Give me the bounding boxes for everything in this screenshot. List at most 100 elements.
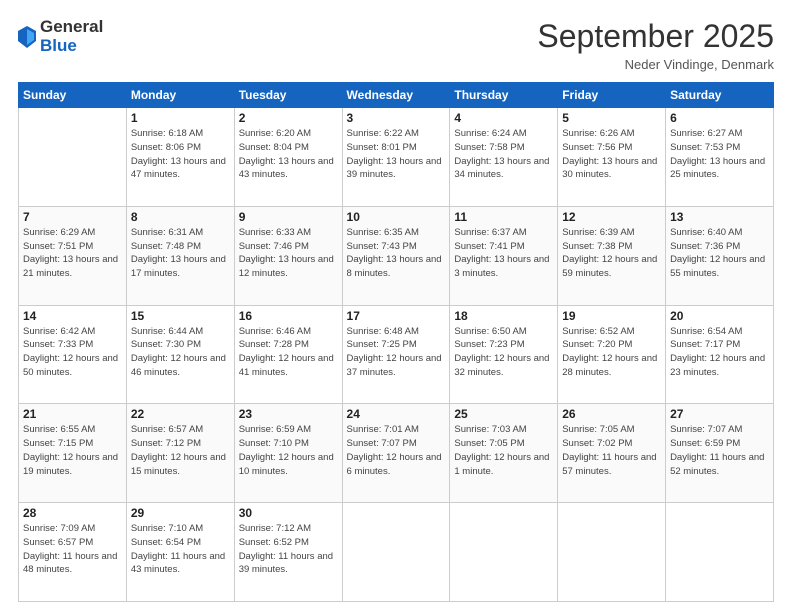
calendar-cell: 26 Sunrise: 7:05 AM Sunset: 7:02 PM Dayli… bbox=[558, 404, 666, 503]
day-number: 22 bbox=[131, 407, 230, 421]
day-info: Sunrise: 6:22 AM Sunset: 8:01 PM Dayligh… bbox=[347, 127, 446, 182]
day-number: 12 bbox=[562, 210, 661, 224]
day-number: 9 bbox=[239, 210, 338, 224]
day-info: Sunrise: 6:37 AM Sunset: 7:41 PM Dayligh… bbox=[454, 226, 553, 281]
calendar-cell: 10 Sunrise: 6:35 AM Sunset: 7:43 PM Dayli… bbox=[342, 206, 450, 305]
weekday-header-thursday: Thursday bbox=[450, 83, 558, 108]
calendar-cell: 4 Sunrise: 6:24 AM Sunset: 7:58 PM Daylig… bbox=[450, 108, 558, 207]
day-number: 28 bbox=[23, 506, 122, 520]
calendar-week-5: 28Sunrise: 7:09 AM Sunset: 6:57 PM Dayli… bbox=[19, 503, 774, 602]
day-info: Sunrise: 7:01 AM Sunset: 7:07 PM Dayligh… bbox=[347, 423, 446, 478]
day-number: 18 bbox=[454, 309, 553, 323]
calendar-cell: 1 Sunrise: 6:18 AM Sunset: 8:06 PM Daylig… bbox=[126, 108, 234, 207]
day-number: 17 bbox=[347, 309, 446, 323]
day-number: 8 bbox=[131, 210, 230, 224]
calendar-cell: 25Sunrise: 7:03 AM Sunset: 7:05 PM Dayli… bbox=[450, 404, 558, 503]
calendar-cell: 15 Sunrise: 6:44 AM Sunset: 7:30 PM Dayli… bbox=[126, 305, 234, 404]
day-number: 7 bbox=[23, 210, 122, 224]
day-info: Sunrise: 6:59 AM Sunset: 7:10 PM Dayligh… bbox=[239, 423, 338, 478]
calendar-cell: 9 Sunrise: 6:33 AM Sunset: 7:46 PM Daylig… bbox=[234, 206, 342, 305]
day-number: 13 bbox=[670, 210, 769, 224]
logo-icon bbox=[18, 26, 36, 48]
day-info: Sunrise: 6:55 AM Sunset: 7:15 PM Dayligh… bbox=[23, 423, 122, 478]
day-info: Sunrise: 7:10 AM Sunset: 6:54 PM Dayligh… bbox=[131, 522, 230, 577]
calendar-cell: 14 Sunrise: 6:42 AM Sunset: 7:33 PM Dayli… bbox=[19, 305, 127, 404]
day-number: 11 bbox=[454, 210, 553, 224]
day-number: 26 bbox=[562, 407, 661, 421]
day-info: Sunrise: 6:42 AM Sunset: 7:33 PM Dayligh… bbox=[23, 325, 122, 380]
day-number: 19 bbox=[562, 309, 661, 323]
logo-general-text: General bbox=[40, 17, 103, 36]
calendar-cell: 11 Sunrise: 6:37 AM Sunset: 7:41 PM Dayli… bbox=[450, 206, 558, 305]
day-info: Sunrise: 6:27 AM Sunset: 7:53 PM Dayligh… bbox=[670, 127, 769, 182]
calendar-week-3: 14 Sunrise: 6:42 AM Sunset: 7:33 PM Dayli… bbox=[19, 305, 774, 404]
calendar-cell bbox=[666, 503, 774, 602]
calendar-cell: 8 Sunrise: 6:31 AM Sunset: 7:48 PM Daylig… bbox=[126, 206, 234, 305]
day-info: Sunrise: 6:24 AM Sunset: 7:58 PM Dayligh… bbox=[454, 127, 553, 182]
calendar-cell: 29 Sunrise: 7:10 AM Sunset: 6:54 PM Dayli… bbox=[126, 503, 234, 602]
day-info: Sunrise: 6:26 AM Sunset: 7:56 PM Dayligh… bbox=[562, 127, 661, 182]
calendar-cell bbox=[342, 503, 450, 602]
day-info: Sunrise: 6:50 AM Sunset: 7:23 PM Dayligh… bbox=[454, 325, 553, 380]
day-number: 27 bbox=[670, 407, 769, 421]
day-info: Sunrise: 7:03 AM Sunset: 7:05 PM Dayligh… bbox=[454, 423, 553, 478]
weekday-header-sunday: Sunday bbox=[19, 83, 127, 108]
calendar-cell: 6 Sunrise: 6:27 AM Sunset: 7:53 PM Daylig… bbox=[666, 108, 774, 207]
calendar-cell: 19Sunrise: 6:52 AM Sunset: 7:20 PM Dayli… bbox=[558, 305, 666, 404]
day-info: Sunrise: 6:29 AM Sunset: 7:51 PM Dayligh… bbox=[23, 226, 122, 281]
calendar-cell bbox=[19, 108, 127, 207]
calendar-cell: 7 Sunrise: 6:29 AM Sunset: 7:51 PM Daylig… bbox=[19, 206, 127, 305]
page: General Blue September 2025 Neder Vindin… bbox=[0, 0, 792, 612]
calendar-cell: 17Sunrise: 6:48 AM Sunset: 7:25 PM Dayli… bbox=[342, 305, 450, 404]
day-info: Sunrise: 6:44 AM Sunset: 7:30 PM Dayligh… bbox=[131, 325, 230, 380]
day-number: 29 bbox=[131, 506, 230, 520]
calendar-cell: 23 Sunrise: 6:59 AM Sunset: 7:10 PM Dayli… bbox=[234, 404, 342, 503]
calendar-table: SundayMondayTuesdayWednesdayThursdayFrid… bbox=[18, 82, 774, 602]
calendar-cell: 3Sunrise: 6:22 AM Sunset: 8:01 PM Daylig… bbox=[342, 108, 450, 207]
day-number: 10 bbox=[347, 210, 446, 224]
day-info: Sunrise: 6:35 AM Sunset: 7:43 PM Dayligh… bbox=[347, 226, 446, 281]
day-info: Sunrise: 7:12 AM Sunset: 6:52 PM Dayligh… bbox=[239, 522, 338, 577]
calendar-cell: 22 Sunrise: 6:57 AM Sunset: 7:12 PM Dayli… bbox=[126, 404, 234, 503]
day-info: Sunrise: 6:31 AM Sunset: 7:48 PM Dayligh… bbox=[131, 226, 230, 281]
day-info: Sunrise: 6:46 AM Sunset: 7:28 PM Dayligh… bbox=[239, 325, 338, 380]
day-number: 15 bbox=[131, 309, 230, 323]
weekday-header-row: SundayMondayTuesdayWednesdayThursdayFrid… bbox=[19, 83, 774, 108]
calendar-cell bbox=[558, 503, 666, 602]
title-block: September 2025 Neder Vindinge, Denmark bbox=[537, 18, 774, 72]
day-number: 20 bbox=[670, 309, 769, 323]
month-title: September 2025 bbox=[537, 18, 774, 55]
weekday-header-friday: Friday bbox=[558, 83, 666, 108]
calendar-cell: 16Sunrise: 6:46 AM Sunset: 7:28 PM Dayli… bbox=[234, 305, 342, 404]
calendar-cell: 5 Sunrise: 6:26 AM Sunset: 7:56 PM Daylig… bbox=[558, 108, 666, 207]
calendar-cell: 28Sunrise: 7:09 AM Sunset: 6:57 PM Dayli… bbox=[19, 503, 127, 602]
day-number: 24 bbox=[347, 407, 446, 421]
location-subtitle: Neder Vindinge, Denmark bbox=[537, 57, 774, 72]
day-number: 21 bbox=[23, 407, 122, 421]
day-number: 4 bbox=[454, 111, 553, 125]
weekday-header-wednesday: Wednesday bbox=[342, 83, 450, 108]
day-info: Sunrise: 7:07 AM Sunset: 6:59 PM Dayligh… bbox=[670, 423, 769, 478]
day-info: Sunrise: 6:57 AM Sunset: 7:12 PM Dayligh… bbox=[131, 423, 230, 478]
day-number: 1 bbox=[131, 111, 230, 125]
calendar-cell bbox=[450, 503, 558, 602]
day-number: 23 bbox=[239, 407, 338, 421]
day-info: Sunrise: 6:39 AM Sunset: 7:38 PM Dayligh… bbox=[562, 226, 661, 281]
day-number: 14 bbox=[23, 309, 122, 323]
day-info: Sunrise: 6:54 AM Sunset: 7:17 PM Dayligh… bbox=[670, 325, 769, 380]
day-info: Sunrise: 6:33 AM Sunset: 7:46 PM Dayligh… bbox=[239, 226, 338, 281]
calendar-week-4: 21 Sunrise: 6:55 AM Sunset: 7:15 PM Dayli… bbox=[19, 404, 774, 503]
day-info: Sunrise: 7:05 AM Sunset: 7:02 PM Dayligh… bbox=[562, 423, 661, 478]
calendar-cell: 27 Sunrise: 7:07 AM Sunset: 6:59 PM Dayli… bbox=[666, 404, 774, 503]
calendar-cell: 18 Sunrise: 6:50 AM Sunset: 7:23 PM Dayli… bbox=[450, 305, 558, 404]
day-number: 2 bbox=[239, 111, 338, 125]
day-number: 5 bbox=[562, 111, 661, 125]
calendar-cell: 30Sunrise: 7:12 AM Sunset: 6:52 PM Dayli… bbox=[234, 503, 342, 602]
calendar-cell: 13Sunrise: 6:40 AM Sunset: 7:36 PM Dayli… bbox=[666, 206, 774, 305]
calendar-week-2: 7 Sunrise: 6:29 AM Sunset: 7:51 PM Daylig… bbox=[19, 206, 774, 305]
day-number: 6 bbox=[670, 111, 769, 125]
day-info: Sunrise: 6:18 AM Sunset: 8:06 PM Dayligh… bbox=[131, 127, 230, 182]
calendar-cell: 20 Sunrise: 6:54 AM Sunset: 7:17 PM Dayli… bbox=[666, 305, 774, 404]
logo-blue-text: Blue bbox=[40, 36, 77, 55]
calendar-week-1: 1 Sunrise: 6:18 AM Sunset: 8:06 PM Daylig… bbox=[19, 108, 774, 207]
